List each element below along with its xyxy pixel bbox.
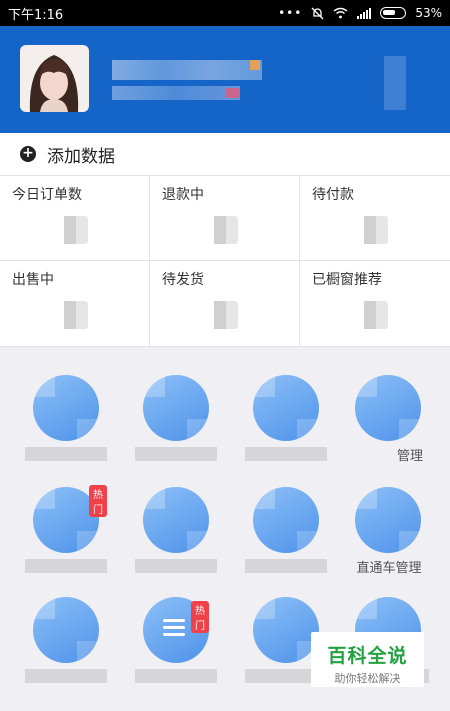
wifi-icon — [333, 7, 348, 19]
header-right-element — [384, 56, 406, 110]
tool-icon — [33, 375, 99, 441]
stat-label: 待付款 — [312, 187, 354, 203]
avatar[interactable] — [20, 45, 89, 112]
app-root: 下午1:16 ••• 53% + 添加数据 今日订单数 退款中 待付款 出售中 … — [0, 0, 450, 711]
stat-label: 今日订单数 — [12, 187, 82, 203]
list-lines-icon — [163, 619, 185, 640]
stat-value-blurred — [64, 301, 88, 329]
tool-tile[interactable]: 热门 — [25, 485, 107, 573]
tool-tile[interactable] — [245, 487, 327, 573]
tool-tile[interactable] — [135, 487, 217, 573]
tool-tile[interactable]: 热门 — [135, 597, 217, 683]
tool-label — [135, 559, 217, 573]
stat-value-blurred — [364, 216, 388, 244]
tool-tile[interactable]: 直通车管理 — [355, 487, 422, 576]
tool-icon — [253, 487, 319, 553]
profile-subtitle — [112, 86, 240, 100]
tool-label — [25, 447, 107, 461]
stat-cell[interactable]: 待发货 — [150, 261, 300, 347]
stat-label: 退款中 — [162, 187, 204, 203]
tool-icon — [253, 597, 319, 663]
add-data-label: 添加数据 — [47, 146, 115, 167]
tool-tile[interactable] — [25, 375, 107, 461]
tool-label — [245, 447, 327, 461]
watermark-title: 百科全说 — [327, 645, 408, 667]
tool-label — [25, 669, 107, 683]
tool-label — [245, 559, 327, 573]
tool-label — [25, 559, 107, 573]
tool-tile[interactable] — [245, 597, 327, 683]
tool-icon — [253, 375, 319, 441]
stat-label: 已橱窗推荐 — [312, 272, 382, 288]
stat-cell[interactable]: 今日订单数 — [0, 176, 150, 261]
status-bar: 下午1:16 ••• 53% — [0, 0, 450, 26]
signal-icon — [357, 7, 372, 19]
battery-level: 53% — [415, 6, 442, 20]
tool-tile[interactable]: 管理 — [355, 375, 423, 464]
tool-icon — [33, 597, 99, 663]
add-data-row[interactable]: + 添加数据 — [0, 133, 450, 176]
profile-subtitle-accent — [226, 88, 240, 98]
avatar-photo-icon — [20, 45, 89, 112]
tool-label: 管理 — [396, 449, 423, 464]
profile-name-accent — [250, 60, 260, 70]
tool-label: 直通车管理 — [356, 561, 422, 576]
stat-cell[interactable]: 已橱窗推荐 — [300, 261, 450, 347]
status-time: 下午1:16 — [8, 7, 64, 23]
stat-label: 待发货 — [162, 272, 204, 288]
watermark-subtitle: 助你轻松解决 — [334, 672, 401, 685]
more-dots-icon: ••• — [278, 6, 303, 20]
hot-badge: 热门 — [89, 485, 107, 517]
stat-value-blurred — [214, 216, 238, 244]
watermark-logo: 百科全说 助你轻松解决 — [311, 632, 424, 687]
tool-icon — [355, 375, 421, 441]
stat-cell[interactable]: 退款中 — [150, 176, 300, 261]
battery-icon — [380, 7, 407, 19]
stat-value-blurred — [214, 301, 238, 329]
tool-tile[interactable] — [245, 375, 327, 461]
stat-value-blurred — [364, 301, 388, 329]
tool-tile[interactable] — [135, 375, 217, 461]
stat-cell[interactable]: 出售中 — [0, 261, 150, 347]
profile-header — [0, 26, 450, 133]
tool-icon — [355, 487, 421, 553]
hot-badge: 热门 — [191, 601, 209, 633]
tool-icon — [143, 487, 209, 553]
tool-label — [135, 447, 217, 461]
tool-label — [135, 669, 217, 683]
mute-bell-icon — [311, 7, 324, 19]
tool-tile[interactable] — [25, 597, 107, 683]
stat-value-blurred — [64, 216, 88, 244]
stat-label: 出售中 — [12, 272, 54, 288]
stat-cell[interactable]: 待付款 — [300, 176, 450, 261]
plus-circle-icon: + — [20, 146, 36, 162]
status-icons: ••• 53% — [278, 6, 442, 20]
profile-name — [112, 60, 262, 80]
tool-icon — [143, 375, 209, 441]
stats-grid: 今日订单数 退款中 待付款 出售中 待发货 已橱窗推荐 — [0, 176, 450, 347]
